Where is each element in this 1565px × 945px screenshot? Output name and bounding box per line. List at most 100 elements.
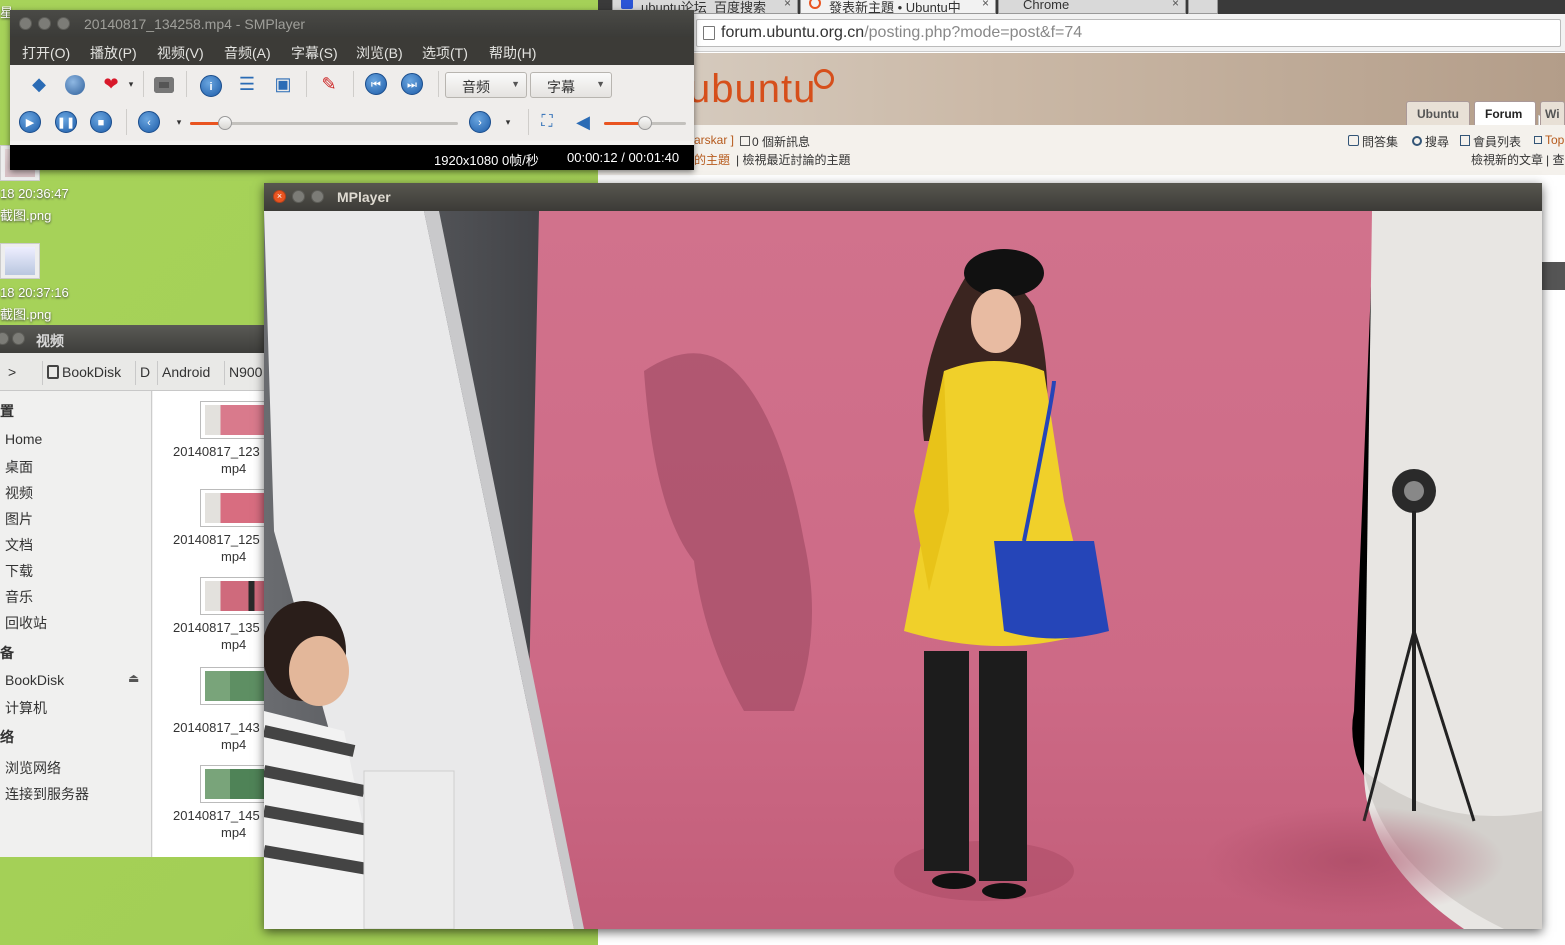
- sidebar-item-connect-server[interactable]: 连接到服务器: [5, 784, 89, 804]
- private-messages-link[interactable]: 0 個新訊息: [740, 133, 810, 150]
- file-item[interactable]: 20140817_145 mp4: [173, 807, 266, 841]
- open-url-icon[interactable]: [62, 71, 88, 97]
- site-tab-ubuntu[interactable]: Ubuntu: [1406, 101, 1470, 125]
- info-icon[interactable]: i: [198, 71, 224, 97]
- maximize-icon[interactable]: [311, 190, 324, 203]
- chevron-down-icon: ▼: [511, 79, 520, 89]
- search-link[interactable]: 搜尋: [1412, 133, 1449, 150]
- sidebar-item-browse-network[interactable]: 浏览网络: [5, 758, 61, 778]
- faq-link[interactable]: 問答集: [1348, 133, 1398, 150]
- seek-handle[interactable]: [218, 116, 232, 130]
- breadcrumb-bookdisk[interactable]: BookDisk: [42, 361, 125, 385]
- members-link[interactable]: 會員列表: [1460, 133, 1521, 150]
- volume-handle[interactable]: [638, 116, 652, 130]
- next-icon[interactable]: ⏭: [401, 73, 423, 95]
- new-tab-button[interactable]: [1188, 0, 1218, 14]
- file-manager-titlebar[interactable]: 视频: [0, 325, 266, 353]
- breadcrumb-android[interactable]: Android: [157, 361, 214, 385]
- open-file-icon[interactable]: ◆: [26, 71, 52, 97]
- menu-audio[interactable]: 音频(A): [224, 43, 271, 63]
- audio-track-select[interactable]: 音频 ▼: [445, 72, 527, 98]
- user-link[interactable]: arskar ]: [694, 133, 734, 147]
- site-tab-forum[interactable]: Forum: [1474, 101, 1536, 125]
- your-topics-link[interactable]: 的主題: [694, 151, 730, 168]
- new-posts-link[interactable]: 檢視新的文章: [1471, 151, 1543, 168]
- file-item[interactable]: 20140817_135 mp4: [173, 619, 266, 653]
- video-thumbnail[interactable]: [200, 489, 266, 527]
- rewind-icon[interactable]: ‹: [138, 111, 160, 133]
- playlist-icon[interactable]: ☰: [234, 71, 260, 97]
- video-equalizer-icon[interactable]: ▣: [270, 71, 296, 97]
- window-title: 视频: [36, 333, 64, 349]
- desktop-file-thumbnail[interactable]: [0, 243, 40, 279]
- desktop-file-name[interactable]: 截图.png: [0, 304, 51, 323]
- file-item[interactable]: 20140817_123 mp4: [173, 443, 266, 477]
- rewind-dropdown-icon[interactable]: ▾: [166, 109, 192, 135]
- sidebar-item-videos[interactable]: 视频: [5, 483, 33, 503]
- chrome-tab[interactable]: Chrome ×: [998, 0, 1186, 14]
- file-item[interactable]: 20140817_143 mp4: [173, 719, 266, 753]
- page-icon: [703, 26, 715, 40]
- menu-play[interactable]: 播放(P): [90, 43, 137, 63]
- sidebar-item-pictures[interactable]: 图片: [5, 509, 33, 529]
- chrome-tab-active[interactable]: 發表新主題 • Ubuntu中 ×: [800, 0, 996, 14]
- volume-icon[interactable]: ◀: [570, 109, 596, 135]
- maximize-icon[interactable]: [12, 332, 25, 345]
- ubuntu-logo[interactable]: ubuntu: [688, 67, 816, 112]
- file-item[interactable]: 20140817_125 mp4: [173, 531, 266, 565]
- video-thumbnail[interactable]: [200, 765, 266, 803]
- sidebar-item-downloads[interactable]: 下载: [5, 561, 33, 581]
- menu-options[interactable]: 选项(T): [422, 43, 468, 63]
- fullscreen-icon[interactable]: ⛶: [534, 109, 560, 135]
- play-icon[interactable]: ▶: [19, 111, 41, 133]
- video-thumbnail[interactable]: [200, 401, 266, 439]
- pause-icon[interactable]: ❚❚: [55, 111, 77, 133]
- menu-video[interactable]: 视频(V): [157, 43, 204, 63]
- subtitle-track-select[interactable]: 字幕 ▼: [530, 72, 612, 98]
- close-icon[interactable]: ×: [273, 190, 286, 203]
- video-frame[interactable]: [264, 211, 1542, 929]
- close-tab-icon[interactable]: ×: [1172, 0, 1179, 10]
- desktop-file-name[interactable]: 截图.png: [0, 205, 51, 224]
- smplayer-titlebar[interactable]: 20140817_134258.mp4 - SMPlayer: [10, 10, 694, 37]
- video-thumbnail[interactable]: [200, 667, 266, 705]
- menu-help[interactable]: 帮助(H): [489, 43, 536, 63]
- maximize-icon[interactable]: [57, 17, 70, 30]
- forward-dropdown-icon[interactable]: ▾: [495, 109, 521, 135]
- sidebar-item-home[interactable]: Home: [5, 431, 42, 447]
- sidebar-item-bookdisk[interactable]: BookDisk: [5, 672, 64, 688]
- chrome-tab-strip: ubuntu论坛_百度搜索 × 發表新主題 • Ubuntu中 × Chrome…: [598, 0, 1565, 14]
- top-link[interactable]: Top: [1534, 133, 1564, 147]
- favorites-dropdown-icon[interactable]: ▾: [118, 71, 144, 97]
- breadcrumb-d[interactable]: D: [135, 361, 154, 385]
- menu-open[interactable]: 打开(O): [22, 43, 70, 63]
- minimize-icon[interactable]: [0, 332, 9, 345]
- site-tab-wiki[interactable]: Wi: [1540, 101, 1565, 125]
- volume-slider[interactable]: [604, 116, 686, 130]
- menu-browse[interactable]: 浏览(B): [356, 43, 403, 63]
- sidebar-item-computer[interactable]: 计算机: [5, 698, 47, 718]
- close-tab-icon[interactable]: ×: [982, 0, 989, 10]
- video-thumbnail[interactable]: [200, 577, 266, 615]
- sidebar-item-documents[interactable]: 文档: [5, 535, 33, 555]
- close-tab-icon[interactable]: ×: [784, 0, 791, 10]
- forward-icon[interactable]: ›: [469, 111, 491, 133]
- sidebar-item-trash[interactable]: 回收站: [5, 613, 47, 633]
- close-icon[interactable]: [19, 17, 32, 30]
- menu-subtitles[interactable]: 字幕(S): [291, 43, 338, 63]
- sidebar-item-desktop[interactable]: 桌面: [5, 457, 33, 477]
- active-topics-link[interactable]: | 檢視最近討論的主題: [736, 151, 850, 168]
- stop-icon[interactable]: ■: [90, 111, 112, 133]
- sidebar-item-music[interactable]: 音乐: [5, 587, 33, 607]
- mplayer-titlebar[interactable]: × MPlayer: [264, 183, 1542, 211]
- seek-slider[interactable]: [190, 116, 458, 130]
- breadcrumb-n900[interactable]: N900: [224, 361, 266, 385]
- address-bar[interactable]: forum.ubuntu.org.cn/posting.php?mode=pos…: [696, 19, 1561, 47]
- screenshot-icon[interactable]: [151, 71, 177, 97]
- minimize-icon[interactable]: [292, 190, 305, 203]
- path-forward-icon[interactable]: >: [4, 361, 20, 385]
- preferences-icon[interactable]: ✎: [316, 71, 342, 97]
- eject-icon[interactable]: ⏏: [128, 671, 139, 685]
- minimize-icon[interactable]: [38, 17, 51, 30]
- previous-icon[interactable]: ⏮: [365, 73, 387, 95]
